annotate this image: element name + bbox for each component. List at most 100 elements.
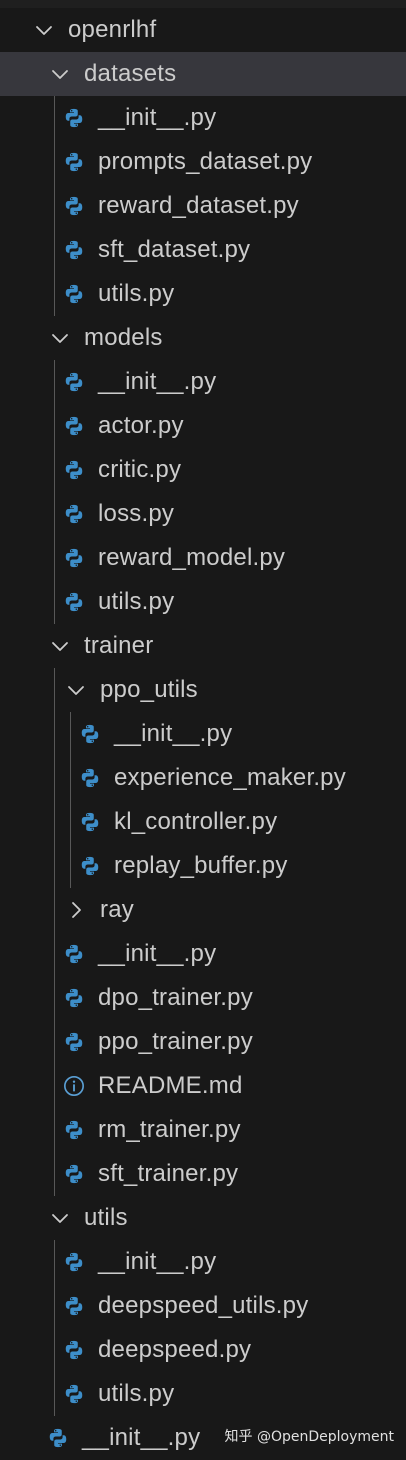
file-row-reward-dataset-py[interactable]: reward_dataset.py xyxy=(0,184,406,228)
file-row-rm-trainer-py[interactable]: rm_trainer.py xyxy=(0,1108,406,1152)
file-row-dpo-trainer-py[interactable]: dpo_trainer.py xyxy=(0,976,406,1020)
python-file-icon xyxy=(62,1250,86,1274)
python-file-icon xyxy=(62,414,86,438)
python-file-icon xyxy=(62,1338,86,1362)
file-row-readme-md[interactable]: README.md xyxy=(0,1064,406,1108)
file-row-deepspeed-py[interactable]: deepspeed.py xyxy=(0,1328,406,1372)
python-file-icon xyxy=(62,1382,86,1406)
file-row-critic-py[interactable]: critic.py xyxy=(0,448,406,492)
python-file-icon xyxy=(62,1162,86,1186)
chevron-down-icon[interactable] xyxy=(50,636,70,656)
folder-label: datasets xyxy=(84,60,177,87)
python-file-icon xyxy=(62,106,86,130)
file-label: utils.py xyxy=(98,280,175,307)
chevron-right-icon[interactable] xyxy=(66,900,86,920)
file-label: README.md xyxy=(98,1072,243,1099)
file-row-sft-trainer-py[interactable]: sft_trainer.py xyxy=(0,1152,406,1196)
file-label: deepspeed_utils.py xyxy=(98,1292,309,1319)
python-file-icon xyxy=(62,458,86,482)
file-label: kl_controller.py xyxy=(114,808,278,835)
file-label: ppo_trainer.py xyxy=(98,1028,253,1055)
chevron-down-icon[interactable] xyxy=(50,328,70,348)
python-file-icon xyxy=(62,194,86,218)
chevron-down-icon[interactable] xyxy=(66,680,86,700)
folder-row-utils[interactable]: utils xyxy=(0,1196,406,1240)
file-row-loss-py[interactable]: loss.py xyxy=(0,492,406,536)
python-file-icon xyxy=(62,282,86,306)
folder-row-ppo-utils[interactable]: ppo_utils xyxy=(0,668,406,712)
file-row-actor-py[interactable]: actor.py xyxy=(0,404,406,448)
file-label: rm_trainer.py xyxy=(98,1116,241,1143)
file-row-utils-py[interactable]: utils.py xyxy=(0,580,406,624)
file-label: prompts_dataset.py xyxy=(98,148,313,175)
file-row-reward-model-py[interactable]: reward_model.py xyxy=(0,536,406,580)
file-label: __init__.py xyxy=(82,1424,201,1451)
folder-row-trainer[interactable]: trainer xyxy=(0,624,406,668)
indent-guide xyxy=(70,712,71,888)
file-label: actor.py xyxy=(98,412,184,439)
file-row-utils-py[interactable]: utils.py xyxy=(0,1372,406,1416)
file-label: __init__.py xyxy=(98,104,217,131)
folder-label: openrlhf xyxy=(68,16,157,43)
file-label: reward_dataset.py xyxy=(98,192,299,219)
file-row-replay-buffer-py[interactable]: replay_buffer.py xyxy=(0,844,406,888)
python-file-icon xyxy=(78,854,102,878)
file-label: __init__.py xyxy=(98,940,217,967)
file-row-init-py[interactable]: __init__.py xyxy=(0,1240,406,1284)
python-file-icon xyxy=(62,238,86,262)
explorer-top-strip xyxy=(0,0,406,8)
python-file-icon xyxy=(62,1294,86,1318)
file-label: __init__.py xyxy=(98,1248,217,1275)
file-row-init-py[interactable]: __init__.py xyxy=(0,360,406,404)
file-row-init-py[interactable]: __init__.py xyxy=(0,712,406,756)
file-row-sft-dataset-py[interactable]: sft_dataset.py xyxy=(0,228,406,272)
chevron-down-icon[interactable] xyxy=(50,64,70,84)
file-label: experience_maker.py xyxy=(114,764,346,791)
python-file-icon xyxy=(62,590,86,614)
file-label: __init__.py xyxy=(114,720,233,747)
file-label: utils.py xyxy=(98,1380,175,1407)
file-row-prompts-dataset-py[interactable]: prompts_dataset.py xyxy=(0,140,406,184)
file-row-deepspeed-utils-py[interactable]: deepspeed_utils.py xyxy=(0,1284,406,1328)
file-label: reward_model.py xyxy=(98,544,286,571)
folder-row-models[interactable]: models xyxy=(0,316,406,360)
python-file-icon xyxy=(62,370,86,394)
file-label: utils.py xyxy=(98,588,175,615)
folder-label: utils xyxy=(84,1204,128,1231)
python-file-icon xyxy=(62,546,86,570)
file-label: replay_buffer.py xyxy=(114,852,288,879)
python-file-icon xyxy=(62,1118,86,1142)
python-file-icon xyxy=(62,1030,86,1054)
file-row-experience-maker-py[interactable]: experience_maker.py xyxy=(0,756,406,800)
python-file-icon xyxy=(78,766,102,790)
chevron-down-icon[interactable] xyxy=(34,20,54,40)
file-label: critic.py xyxy=(98,456,182,483)
file-label: __init__.py xyxy=(98,368,217,395)
file-row-utils-py[interactable]: utils.py xyxy=(0,272,406,316)
watermark-text: 知乎 @OpenDeployment xyxy=(224,1429,394,1445)
python-file-icon xyxy=(62,942,86,966)
python-file-icon xyxy=(78,722,102,746)
indent-guide xyxy=(54,96,55,316)
python-file-icon xyxy=(62,150,86,174)
folder-row-openrlhf[interactable]: openrlhf xyxy=(0,8,406,52)
file-label: dpo_trainer.py xyxy=(98,984,253,1011)
file-explorer-tree: openrlhf datasets __init__.py prompts_datas… xyxy=(0,8,406,1460)
file-label: sft_dataset.py xyxy=(98,236,251,263)
file-label: loss.py xyxy=(98,500,175,527)
python-file-icon xyxy=(46,1426,70,1450)
folder-label: trainer xyxy=(84,632,154,659)
file-row-kl-controller-py[interactable]: kl_controller.py xyxy=(0,800,406,844)
indent-guide xyxy=(54,360,55,624)
file-row-init-py[interactable]: __init__.py xyxy=(0,932,406,976)
folder-row-datasets[interactable]: datasets xyxy=(0,52,406,96)
python-file-icon xyxy=(62,986,86,1010)
chevron-down-icon[interactable] xyxy=(50,1208,70,1228)
folder-label: models xyxy=(84,324,163,351)
file-label: deepspeed.py xyxy=(98,1336,252,1363)
file-row-init-py[interactable]: __init__.py xyxy=(0,96,406,140)
info-icon xyxy=(62,1074,86,1098)
file-row-ppo-trainer-py[interactable]: ppo_trainer.py xyxy=(0,1020,406,1064)
folder-row-ray[interactable]: ray xyxy=(0,888,406,932)
folder-label: ray xyxy=(100,896,134,923)
